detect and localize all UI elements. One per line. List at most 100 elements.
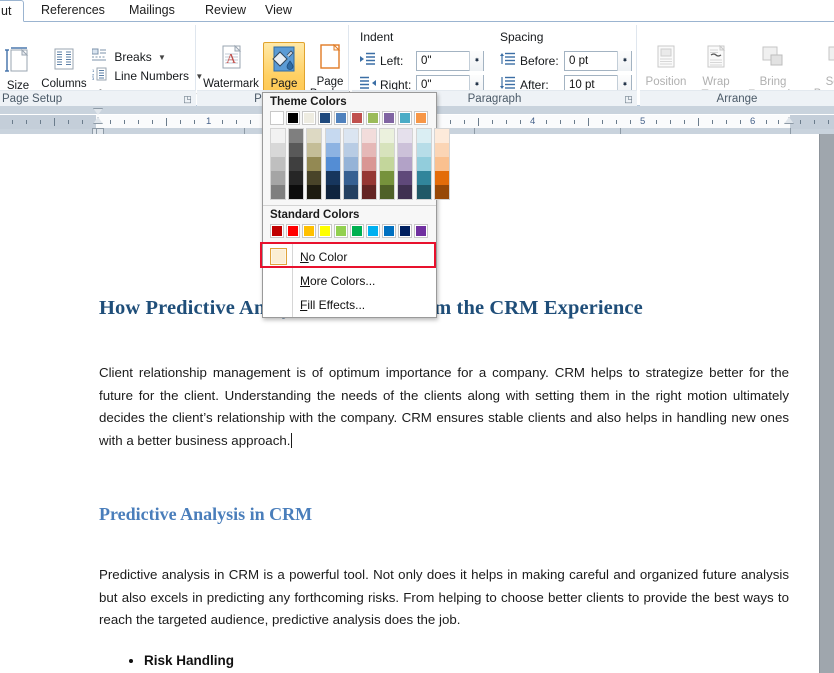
menu-item-more-colors[interactable]: More Colors...: [263, 269, 436, 293]
standard-swatch-darkblue[interactable]: [398, 224, 412, 238]
first-line-indent-marker[interactable]: [93, 108, 103, 115]
breaks-label: Breaks: [114, 50, 152, 64]
position-button-label: Position: [645, 76, 687, 88]
theme-shade-col-4[interactable]: [324, 128, 341, 200]
group-label-arrange: Arrange: [640, 90, 834, 106]
theme-swatch-aqua[interactable]: [398, 111, 412, 125]
theme-shade-col-1[interactable]: [270, 128, 286, 200]
theme-shade-col-9[interactable]: [415, 128, 432, 200]
theme-swatch-olivegreen[interactable]: [366, 111, 380, 125]
tab-review-label: Review: [205, 3, 246, 17]
theme-swatch-blue[interactable]: [334, 111, 348, 125]
theme-shade-col-5[interactable]: [342, 128, 359, 200]
standard-swatch-lightgreen[interactable]: [334, 224, 348, 238]
position-button[interactable]: Position ▼: [640, 44, 692, 97]
document-bullet-list[interactable]: Risk Handling: [122, 650, 234, 672]
theme-swatch-black[interactable]: [286, 111, 300, 125]
indent-header: Indent: [360, 30, 394, 44]
theme-swatch-purple[interactable]: [382, 111, 396, 125]
svg-text:3: 3: [92, 76, 95, 81]
standard-swatch-orange[interactable]: [302, 224, 316, 238]
indent-left-value: 0": [421, 55, 432, 67]
theme-shade-col-6[interactable]: [360, 128, 377, 200]
menu-item-no-color[interactable]: No Color: [260, 242, 436, 269]
line-numbers-icon: 1 2 3: [92, 67, 107, 87]
fill-effects-spacer: [270, 297, 287, 314]
breaks-icon: [91, 48, 107, 68]
more-colors-spacer: [270, 273, 287, 290]
document-paragraph-1[interactable]: Client relationship management is of opt…: [99, 362, 789, 452]
text-cursor: [291, 432, 293, 448]
tab-mailings[interactable]: Mailings: [120, 0, 184, 22]
indent-left-spinner[interactable]: ▲ ▼: [469, 51, 483, 71]
tab-references-label: References: [41, 3, 105, 17]
group-separator: [348, 25, 349, 90]
page-borders-button-label-1: Page: [316, 76, 344, 88]
standard-swatch-red[interactable]: [286, 224, 300, 238]
tab-view[interactable]: View: [256, 0, 301, 22]
ruler-number-1: 1: [206, 116, 212, 127]
standard-swatch-darkred[interactable]: [270, 224, 284, 238]
bring-forward-icon: [742, 44, 804, 75]
tab-references[interactable]: References: [32, 0, 114, 22]
theme-shade-col-7[interactable]: [379, 128, 396, 200]
theme-swatch-red[interactable]: [350, 111, 364, 125]
ruler-number-5: 5: [640, 116, 646, 127]
theme-shade-col-2[interactable]: [288, 128, 305, 200]
standard-swatch-yellow[interactable]: [318, 224, 332, 238]
tab-page-layout[interactable]: ut: [0, 0, 24, 22]
tab-review[interactable]: Review: [196, 0, 255, 22]
indent-left-input[interactable]: 0" ▲ ▼: [416, 51, 484, 71]
columns-button-label: Columns: [41, 78, 87, 90]
bring-forward-button-label-1: Bring: [759, 76, 787, 88]
send-backward-button-label-1: Send: [825, 76, 834, 88]
watermark-button-label: Watermark: [203, 78, 259, 90]
spacing-before-spinner[interactable]: ▲ ▼: [617, 51, 631, 71]
menu-item-more-colors-label: More Colors...: [300, 274, 376, 288]
word-window: ut References Mailings Review View Size …: [0, 0, 834, 673]
list-item: Risk Handling: [144, 650, 234, 672]
breaks-dropdown-arrow[interactable]: ▼: [158, 53, 166, 62]
page-setup-dialog-launcher[interactable]: ◳: [182, 94, 193, 105]
breaks-button[interactable]: Breaks ▼: [91, 47, 166, 68]
page-color-dropdown-menu[interactable]: Theme Colors Standard Colors No Color Mo…: [260, 92, 450, 318]
position-icon: [640, 44, 692, 75]
spacing-before-label: Before:: [520, 54, 559, 68]
ruler-number-4: 4: [530, 116, 536, 127]
theme-swatch-tan[interactable]: [302, 111, 316, 125]
theme-shade-col-8[interactable]: [397, 128, 414, 200]
wrap-text-icon: [692, 44, 740, 75]
indent-left-label: Left:: [380, 54, 404, 68]
theme-shade-col-10[interactable]: [433, 128, 450, 200]
ruler-number-6: 6: [750, 116, 756, 127]
group-separator: [636, 25, 637, 90]
theme-colors-header: Theme Colors: [270, 96, 347, 108]
standard-colors-header: Standard Colors: [270, 209, 360, 221]
line-numbers-button[interactable]: 1 2 3 Line Numbers ▼: [92, 66, 203, 86]
theme-colors-top-row: [270, 111, 430, 125]
tab-mailings-label: Mailings: [129, 3, 175, 17]
watermark-icon: A: [201, 44, 261, 77]
page-borders-icon: [307, 43, 353, 75]
menu-item-fill-effects[interactable]: Fill Effects...: [263, 293, 436, 317]
theme-shade-col-3[interactable]: [306, 128, 323, 200]
page-size-icon: [0, 46, 36, 79]
standard-swatch-green[interactable]: [350, 224, 364, 238]
theme-colors-grid: [263, 110, 450, 203]
spacing-before-icon: [500, 52, 516, 71]
tab-view-label: View: [265, 3, 292, 17]
theme-swatch-orange[interactable]: [414, 111, 428, 125]
page-color-button-label-1: Page: [270, 78, 298, 90]
send-backward-icon: [806, 44, 834, 75]
paragraph-1-text: Client relationship management is of opt…: [99, 365, 789, 448]
paragraph-dialog-launcher[interactable]: ◳: [623, 94, 634, 105]
standard-swatch-lightblue[interactable]: [366, 224, 380, 238]
ribbon-group-page-setup: Size ▼: [0, 22, 203, 106]
theme-swatch-darkblue[interactable]: [318, 111, 332, 125]
document-paragraph-2[interactable]: Predictive analysis in CRM is a powerful…: [99, 564, 789, 632]
standard-swatch-purple[interactable]: [414, 224, 428, 238]
spacing-before-input[interactable]: 0 pt ▲ ▼: [564, 51, 632, 71]
standard-swatch-blue[interactable]: [382, 224, 396, 238]
menu-item-fill-effects-label: Fill Effects...: [300, 298, 366, 312]
theme-swatch-white[interactable]: [270, 111, 284, 125]
